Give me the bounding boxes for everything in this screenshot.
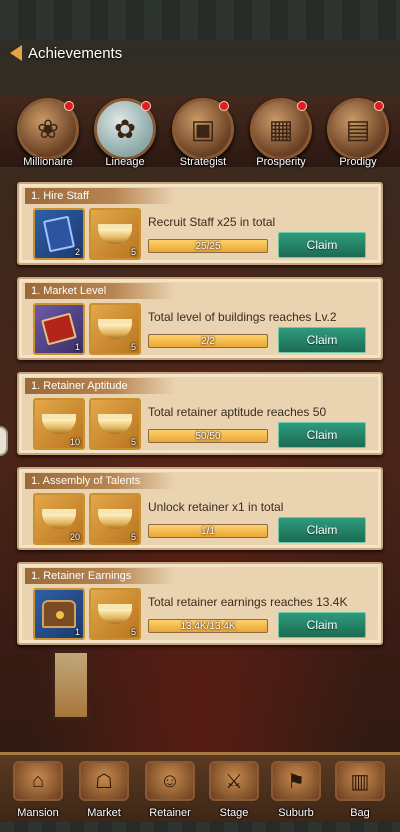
category-millionaire[interactable]: ❀ Millionaire <box>13 98 83 168</box>
stage-icon: ⚔ <box>209 761 259 801</box>
reward-item[interactable]: 20 <box>33 493 85 545</box>
blue-book-icon <box>42 215 76 253</box>
reward-item[interactable]: 5 <box>89 588 141 640</box>
gold-ingot-icon <box>98 224 132 244</box>
task-description: Total level of buildings reaches Lv.2 <box>148 310 337 324</box>
page-title: Achievements <box>28 44 123 62</box>
reward-item[interactable]: 5 <box>89 208 141 260</box>
notification-dot <box>297 101 307 111</box>
achievement-tag: 1. Retainer Aptitude <box>25 378 175 394</box>
notification-dot <box>141 101 151 111</box>
achievement-card: 1. Hire Staff 2 5 Recruit Staff x25 in t… <box>17 182 383 265</box>
claim-button[interactable]: Claim <box>278 612 366 638</box>
reward-item[interactable]: 10 <box>33 398 85 450</box>
reward-item[interactable]: 5 <box>89 398 141 450</box>
claim-button[interactable]: Claim <box>278 232 366 258</box>
gold-ingot-icon <box>98 509 132 529</box>
nav-stage[interactable]: ⚔ Stage <box>204 761 264 819</box>
nav-market[interactable]: ☖ Market <box>74 761 134 819</box>
footer-pattern <box>0 822 400 832</box>
category-lineage[interactable]: ✿ Lineage <box>90 98 160 168</box>
treasure-chest-icon <box>42 600 76 628</box>
category-prodigy[interactable]: ▤ Prodigy <box>323 98 393 168</box>
progress-bar: 2/2 <box>148 334 268 348</box>
claim-button[interactable]: Claim <box>278 422 366 448</box>
progress-bar: 13.4K/13.4K <box>148 619 268 633</box>
nav-bag[interactable]: ▥ Bag <box>330 761 390 819</box>
progress-bar: 50/50 <box>148 429 268 443</box>
reward-item[interactable]: 5 <box>89 493 141 545</box>
top-pattern <box>0 0 400 40</box>
header: Achievements <box>0 38 400 68</box>
notification-dot <box>219 101 229 111</box>
achievement-card: 1. Retainer Aptitude 10 5 Total retainer… <box>17 372 383 455</box>
progress-bar: 1/1 <box>148 524 268 538</box>
achievement-card: 1. Assembly of Talents 20 5 Unlock retai… <box>17 467 383 550</box>
bag-icon: ▥ <box>335 761 385 801</box>
side-drawer-handle[interactable] <box>0 426 8 456</box>
nav-retainer[interactable]: ☺ Retainer <box>140 761 200 819</box>
nav-mansion[interactable]: ⌂ Mansion <box>8 761 68 819</box>
task-description: Unlock retainer x1 in total <box>148 500 284 514</box>
achievement-tag: 1. Market Level <box>25 283 175 299</box>
achievement-tag: 1. Assembly of Talents <box>25 473 175 489</box>
suburb-icon: ⚑ <box>271 761 321 801</box>
claim-button[interactable]: Claim <box>278 327 366 353</box>
achievement-tag: 1. Hire Staff <box>25 188 175 204</box>
mansion-icon: ⌂ <box>13 761 63 801</box>
achievement-card: 1. Market Level 1 5 Total level of build… <box>17 277 383 360</box>
gold-ingot-icon <box>98 604 132 624</box>
reward-item[interactable]: 2 <box>33 208 85 260</box>
market-icon: ☖ <box>79 761 129 801</box>
category-prosperity[interactable]: ▦ Prosperity <box>246 98 316 168</box>
reward-item[interactable]: 5 <box>89 303 141 355</box>
achievement-tag: 1. Retainer Earnings <box>25 568 175 584</box>
gold-ingot-icon <box>42 414 76 434</box>
category-strategist[interactable]: ▣ Strategist <box>168 98 238 168</box>
notification-dot <box>64 101 74 111</box>
gold-ingot-icon <box>42 509 76 529</box>
nav-suburb[interactable]: ⚑ Suburb <box>266 761 326 819</box>
claim-button[interactable]: Claim <box>278 517 366 543</box>
gold-ingot-icon <box>98 319 132 339</box>
reward-item[interactable]: 1 <box>33 303 85 355</box>
task-description: Recruit Staff x25 in total <box>148 215 276 229</box>
notification-dot <box>374 101 384 111</box>
red-book-icon <box>41 312 77 346</box>
gold-ingot-icon <box>98 414 132 434</box>
task-description: Total retainer earnings reaches 13.4K <box>148 595 348 609</box>
bottom-nav: ⌂ Mansion ☖ Market ☺ Retainer ⚔ Stage ⚑ … <box>0 752 400 822</box>
lantern-decoration <box>52 650 90 720</box>
task-description: Total retainer aptitude reaches 50 <box>148 405 327 419</box>
retainer-icon: ☺ <box>145 761 195 801</box>
reward-item[interactable]: 1 <box>33 588 85 640</box>
back-arrow-icon[interactable] <box>10 45 22 61</box>
progress-bar: 25/25 <box>148 239 268 253</box>
achievement-card: 1. Retainer Earnings 1 5 Total retainer … <box>17 562 383 645</box>
